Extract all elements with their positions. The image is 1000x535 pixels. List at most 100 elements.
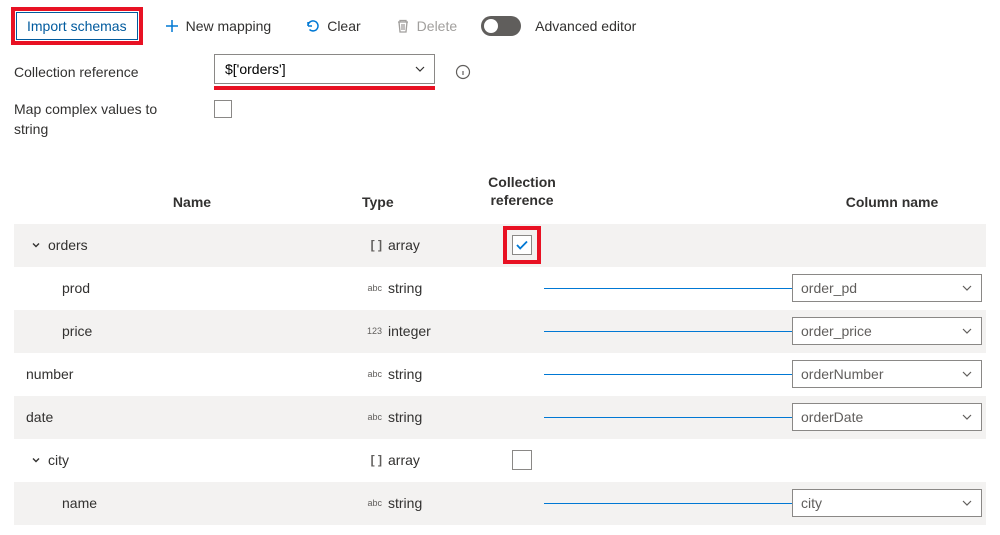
trash-icon <box>395 18 411 34</box>
mapping-arrow <box>572 267 792 310</box>
check-icon <box>515 238 529 252</box>
cell-collection-ref <box>472 229 572 261</box>
type-label: array <box>388 237 420 253</box>
header-column-name: Column name <box>792 194 992 210</box>
table-row: orders [ ] array <box>14 224 986 267</box>
table-row: number abcstring orderNumber <box>14 353 986 396</box>
column-name-value: orderNumber <box>801 366 883 382</box>
row-name: name <box>62 495 97 511</box>
cell-name: date <box>22 409 362 425</box>
table-row: city [ ] array <box>14 439 986 482</box>
cell-type: abc string <box>362 409 472 425</box>
column-name-value: order_pd <box>801 280 857 296</box>
cell-type: abcstring <box>362 280 472 296</box>
type-label: string <box>388 409 422 425</box>
cell-type: abcstring <box>362 366 472 382</box>
cell-column-name: orderDate <box>792 403 992 431</box>
chevron-down-icon <box>959 280 975 296</box>
advanced-editor-toggle[interactable] <box>481 16 521 36</box>
column-name-value: order_price <box>801 323 872 339</box>
mapping-arrow <box>572 353 792 396</box>
cell-name: name <box>22 495 362 511</box>
column-name-select[interactable]: orderNumber <box>792 360 982 388</box>
type-label: string <box>388 495 422 511</box>
info-icon <box>455 64 471 80</box>
column-name-value: orderDate <box>801 409 863 425</box>
header-name: Name <box>22 194 362 210</box>
map-complex-row: Map complex values to string <box>14 100 986 139</box>
plus-icon <box>164 18 180 34</box>
header-collection-ref: Collection reference <box>472 173 572 209</box>
cell-column-name: orderNumber <box>792 360 992 388</box>
chevron-down-icon[interactable] <box>30 239 42 251</box>
advanced-editor-label: Advanced editor <box>535 18 636 34</box>
type-badge-icon: [ ] <box>362 238 382 252</box>
clear-button[interactable]: Clear <box>295 12 370 40</box>
column-name-select[interactable]: order_pd <box>792 274 982 302</box>
type-label: array <box>388 452 420 468</box>
mapping-table: Name Type Collection reference Column na… <box>14 173 986 524</box>
collection-reference-row: Collection reference <box>14 54 986 90</box>
chevron-down-icon <box>959 366 975 382</box>
collection-reference-input[interactable] <box>214 54 435 84</box>
type-badge-icon: abc <box>362 412 382 422</box>
type-label: integer <box>388 323 431 339</box>
new-mapping-button[interactable]: New mapping <box>154 12 282 40</box>
toolbar: Import schemas New mapping Clear Delete … <box>14 10 986 42</box>
collection-reference-label: Collection reference <box>14 64 194 80</box>
cell-name: number <box>22 366 362 382</box>
map-complex-checkbox[interactable] <box>214 100 232 118</box>
cell-name: city <box>22 452 362 468</box>
import-schemas-label: Import schemas <box>27 18 127 34</box>
mapping-arrow <box>572 439 792 482</box>
cell-type: [ ] array <box>362 452 472 468</box>
map-complex-label: Map complex values to string <box>14 100 194 139</box>
column-name-select[interactable]: order_price <box>792 317 982 345</box>
header-type: Type <box>362 194 472 210</box>
cell-type: 123 integer <box>362 323 472 339</box>
column-name-value: city <box>801 495 822 511</box>
collection-ref-checkbox[interactable] <box>512 450 532 470</box>
chevron-down-icon <box>959 323 975 339</box>
collection-reference-select[interactable] <box>214 61 435 77</box>
cell-column-name: city <box>792 489 992 517</box>
cell-collection-ref <box>472 450 572 470</box>
cell-type: abc string <box>362 495 472 511</box>
mapping-arrow <box>572 482 792 525</box>
table-row: price 123 integer order_price <box>14 310 986 353</box>
row-name: price <box>62 323 92 339</box>
delete-button: Delete <box>385 12 467 40</box>
cell-name: prod <box>22 280 362 296</box>
row-name: orders <box>48 237 88 253</box>
row-name: date <box>26 409 53 425</box>
column-name-select[interactable]: orderDate <box>792 403 982 431</box>
type-badge-icon: abc <box>362 283 382 293</box>
type-badge-icon: 123 <box>362 326 382 336</box>
collection-ref-checkbox[interactable] <box>512 235 532 255</box>
chevron-down-icon <box>959 409 975 425</box>
chevron-down-icon <box>959 495 975 511</box>
refresh-icon <box>305 18 321 34</box>
type-badge-icon: [ ] <box>362 453 382 467</box>
table-row: name abc string city <box>14 482 986 525</box>
mapping-arrow <box>572 224 792 267</box>
row-name: prod <box>62 280 90 296</box>
table-header: Name Type Collection reference Column na… <box>14 173 986 223</box>
table-row: prod abcstring order_pd <box>14 267 986 310</box>
clear-label: Clear <box>327 18 360 34</box>
table-row: date abc string orderDate <box>14 396 986 439</box>
cell-type: [ ] array <box>362 237 472 253</box>
cell-column-name: order_price <box>792 317 992 345</box>
delete-label: Delete <box>417 18 457 34</box>
import-schemas-button[interactable]: Import schemas <box>16 12 138 40</box>
row-name: city <box>48 452 69 468</box>
chevron-down-icon[interactable] <box>30 454 42 466</box>
cell-column-name: order_pd <box>792 274 992 302</box>
row-name: number <box>26 366 73 382</box>
column-name-select[interactable]: city <box>792 489 982 517</box>
cell-name: orders <box>22 237 362 253</box>
cell-name: price <box>22 323 362 339</box>
mapping-arrow <box>572 310 792 353</box>
type-label: string <box>388 366 422 382</box>
type-badge-icon: abc <box>362 498 382 508</box>
